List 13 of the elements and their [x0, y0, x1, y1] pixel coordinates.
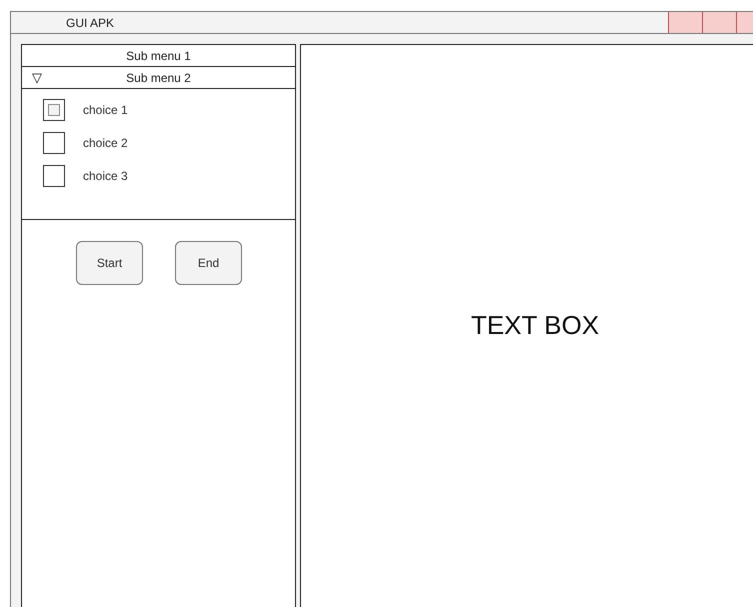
action-button[interactable]: End — [175, 241, 242, 285]
checkbox[interactable] — [43, 165, 65, 187]
text-box-label: TEXT BOX — [470, 310, 600, 340]
window-title: GUI APK — [66, 16, 116, 30]
checkbox-label: choice 1 — [83, 103, 128, 117]
checkbox[interactable] — [43, 99, 65, 121]
window-control-button[interactable] — [702, 12, 736, 33]
action-button[interactable]: Start — [76, 241, 143, 285]
checkbox-label: choice 3 — [83, 169, 128, 183]
checkbox[interactable] — [43, 132, 65, 154]
checkbox-label: choice 2 — [83, 136, 128, 150]
window-control-button[interactable] — [668, 12, 702, 33]
triangle-icon: ▽ — [32, 70, 42, 85]
